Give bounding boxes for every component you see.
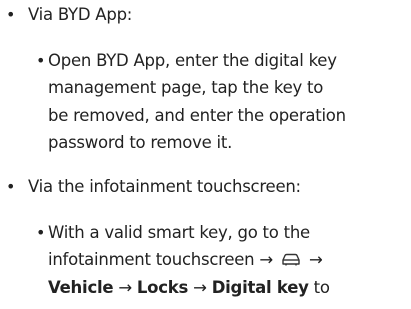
- menu-path-locks: Locks: [136, 278, 189, 297]
- byd-app-step-line-2: management page, tap the key to: [48, 78, 324, 97]
- menu-path-arrow: →: [118, 278, 132, 297]
- document-page: • Via BYD App: • Open BYD App, enter the…: [0, 0, 411, 309]
- byd-app-step-line-3: be removed, and enter the operation: [48, 106, 346, 125]
- sub-bullet-marker: •: [36, 51, 46, 70]
- touchscreen-step-line-2-prefix: infotainment touchscreen →: [48, 250, 273, 269]
- touchscreen-step-line-2: infotainment touchscreen → →: [48, 250, 323, 270]
- touchscreen-step-line-1: With a valid smart key, go to the: [48, 223, 310, 242]
- menu-path-vehicle: Vehicle: [48, 278, 114, 297]
- menu-path-tail: to: [313, 278, 330, 297]
- bullet-marker: •: [6, 177, 16, 196]
- car-icon: [280, 251, 302, 266]
- bullet-marker: •: [6, 5, 16, 24]
- sub-bullet-marker: •: [36, 223, 46, 242]
- byd-app-step-line-4: password to remove it.: [48, 133, 233, 152]
- touchscreen-step-line-3: Vehicle → Locks → Digital key to: [48, 278, 330, 298]
- section-heading-touchscreen: Via the infotainment touchscreen:: [28, 177, 301, 196]
- menu-path-digital-key: Digital key: [211, 278, 309, 297]
- byd-app-step-line-1: Open BYD App, enter the digital key: [48, 51, 337, 70]
- section-heading-byd-app: Via BYD App:: [28, 5, 133, 24]
- touchscreen-step-line-2-suffix: →: [308, 250, 323, 269]
- menu-path-arrow: →: [193, 278, 207, 297]
